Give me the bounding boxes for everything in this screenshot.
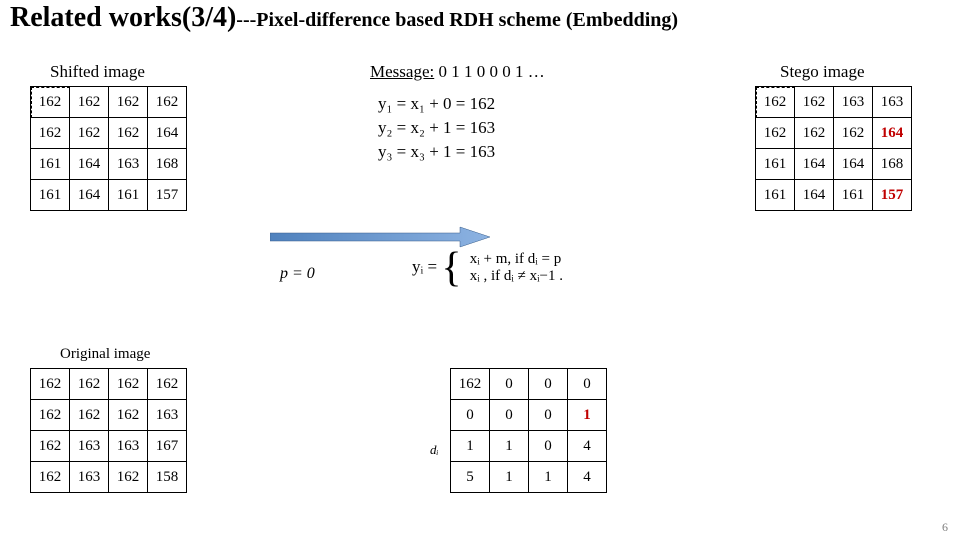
formula-lhs: yᵢ =	[412, 257, 437, 276]
cell: 162	[109, 400, 148, 431]
cell: 163	[109, 431, 148, 462]
eq-y2: y₂ = x₂ + 1 = 163	[378, 116, 495, 140]
shifted-label: Shifted image	[50, 62, 145, 82]
title-sub: ---Pixel-difference based RDH scheme (Em…	[236, 9, 678, 31]
cell: 162	[31, 400, 70, 431]
cell: 1	[490, 462, 529, 493]
cell: 162	[756, 118, 795, 149]
eq-y1: y₁ = x₁ + 0 = 162	[378, 92, 495, 116]
cell: 162	[31, 87, 70, 118]
piecewise-formula: yᵢ = { xᵢ + m, if dᵢ = p xᵢ , if dᵢ ≠ xᵢ…	[412, 247, 563, 289]
cell: 162	[756, 87, 795, 118]
cell: 162	[834, 118, 873, 149]
p-equals-zero: p = 0	[280, 265, 315, 283]
cell: 163	[109, 149, 148, 180]
cell: 157	[873, 180, 912, 211]
cell: 162	[451, 369, 490, 400]
cell: 163	[834, 87, 873, 118]
di-label: dᵢ	[430, 442, 439, 458]
cell: 0	[568, 369, 607, 400]
cell: 164	[834, 149, 873, 180]
cell: 162	[795, 118, 834, 149]
cell: 162	[31, 462, 70, 493]
cell: 162	[795, 87, 834, 118]
cell: 0	[490, 369, 529, 400]
cell: 162	[31, 118, 70, 149]
cell: 162	[70, 400, 109, 431]
cell: 0	[451, 400, 490, 431]
original-image-table: 162 162 162 162 162 162 162 163 162 163 …	[30, 368, 187, 493]
cell: 162	[31, 369, 70, 400]
cell: 161	[31, 149, 70, 180]
cell: 157	[148, 180, 187, 211]
cell: 1	[529, 462, 568, 493]
cell: 162	[109, 462, 148, 493]
cell: 161	[756, 180, 795, 211]
cell: 164	[70, 149, 109, 180]
cell: 0	[529, 369, 568, 400]
cell: 162	[31, 431, 70, 462]
cell: 162	[148, 87, 187, 118]
difference-table: 162 0 0 0 0 0 0 1 1 1 0 4 5 1 1 4	[450, 368, 607, 493]
cell: 167	[148, 431, 187, 462]
cell: 162	[70, 87, 109, 118]
message-bits: 0 1 1 0 0 0 1 …	[438, 62, 544, 81]
stego-label: Stego image	[780, 62, 865, 82]
page-title: Related works(3/4)---Pixel-difference ba…	[10, 2, 678, 34]
cell: 1	[451, 431, 490, 462]
title-main: Related works(3/4)	[10, 2, 236, 33]
cell: 163	[70, 431, 109, 462]
cell: 158	[148, 462, 187, 493]
cell: 161	[834, 180, 873, 211]
cell: 164	[795, 180, 834, 211]
cell: 164	[70, 180, 109, 211]
embedding-equations: y₁ = x₁ + 0 = 162 y₂ = x₂ + 1 = 163 y₃ =…	[378, 92, 495, 163]
eq-y3: y₃ = x₃ + 1 = 163	[378, 140, 495, 164]
cell: 164	[873, 118, 912, 149]
cell: 1	[490, 431, 529, 462]
cell: 161	[31, 180, 70, 211]
brace-icon: {	[441, 247, 461, 289]
page-number: 6	[942, 520, 948, 535]
cell: 4	[568, 431, 607, 462]
shifted-image-table: 162 162 162 162 162 162 162 164 161 164 …	[30, 86, 187, 211]
cell: 162	[70, 369, 109, 400]
cell: 162	[109, 118, 148, 149]
cell: 162	[70, 118, 109, 149]
cell: 0	[529, 431, 568, 462]
cell: 0	[490, 400, 529, 431]
stego-image-table: 162 162 163 163 162 162 162 164 161 164 …	[755, 86, 912, 211]
cell: 161	[756, 149, 795, 180]
formula-line1: xᵢ + m, if dᵢ = p	[470, 251, 563, 268]
cell: 161	[109, 180, 148, 211]
original-label: Original image	[60, 346, 150, 363]
formula-line2: xᵢ , if dᵢ ≠ xᵢ−1 .	[470, 268, 563, 285]
cell: 162	[109, 87, 148, 118]
cell: 163	[148, 400, 187, 431]
cell: 162	[148, 369, 187, 400]
cell: 164	[795, 149, 834, 180]
cell: 1	[568, 400, 607, 431]
cell: 163	[873, 87, 912, 118]
cell: 163	[70, 462, 109, 493]
message-label: Message: 0 1 1 0 0 0 1 …	[370, 62, 545, 82]
cell: 168	[148, 149, 187, 180]
cell: 162	[109, 369, 148, 400]
cell: 5	[451, 462, 490, 493]
cell: 0	[529, 400, 568, 431]
cell: 4	[568, 462, 607, 493]
message-prefix: Message:	[370, 62, 434, 81]
cell: 164	[148, 118, 187, 149]
cell: 168	[873, 149, 912, 180]
